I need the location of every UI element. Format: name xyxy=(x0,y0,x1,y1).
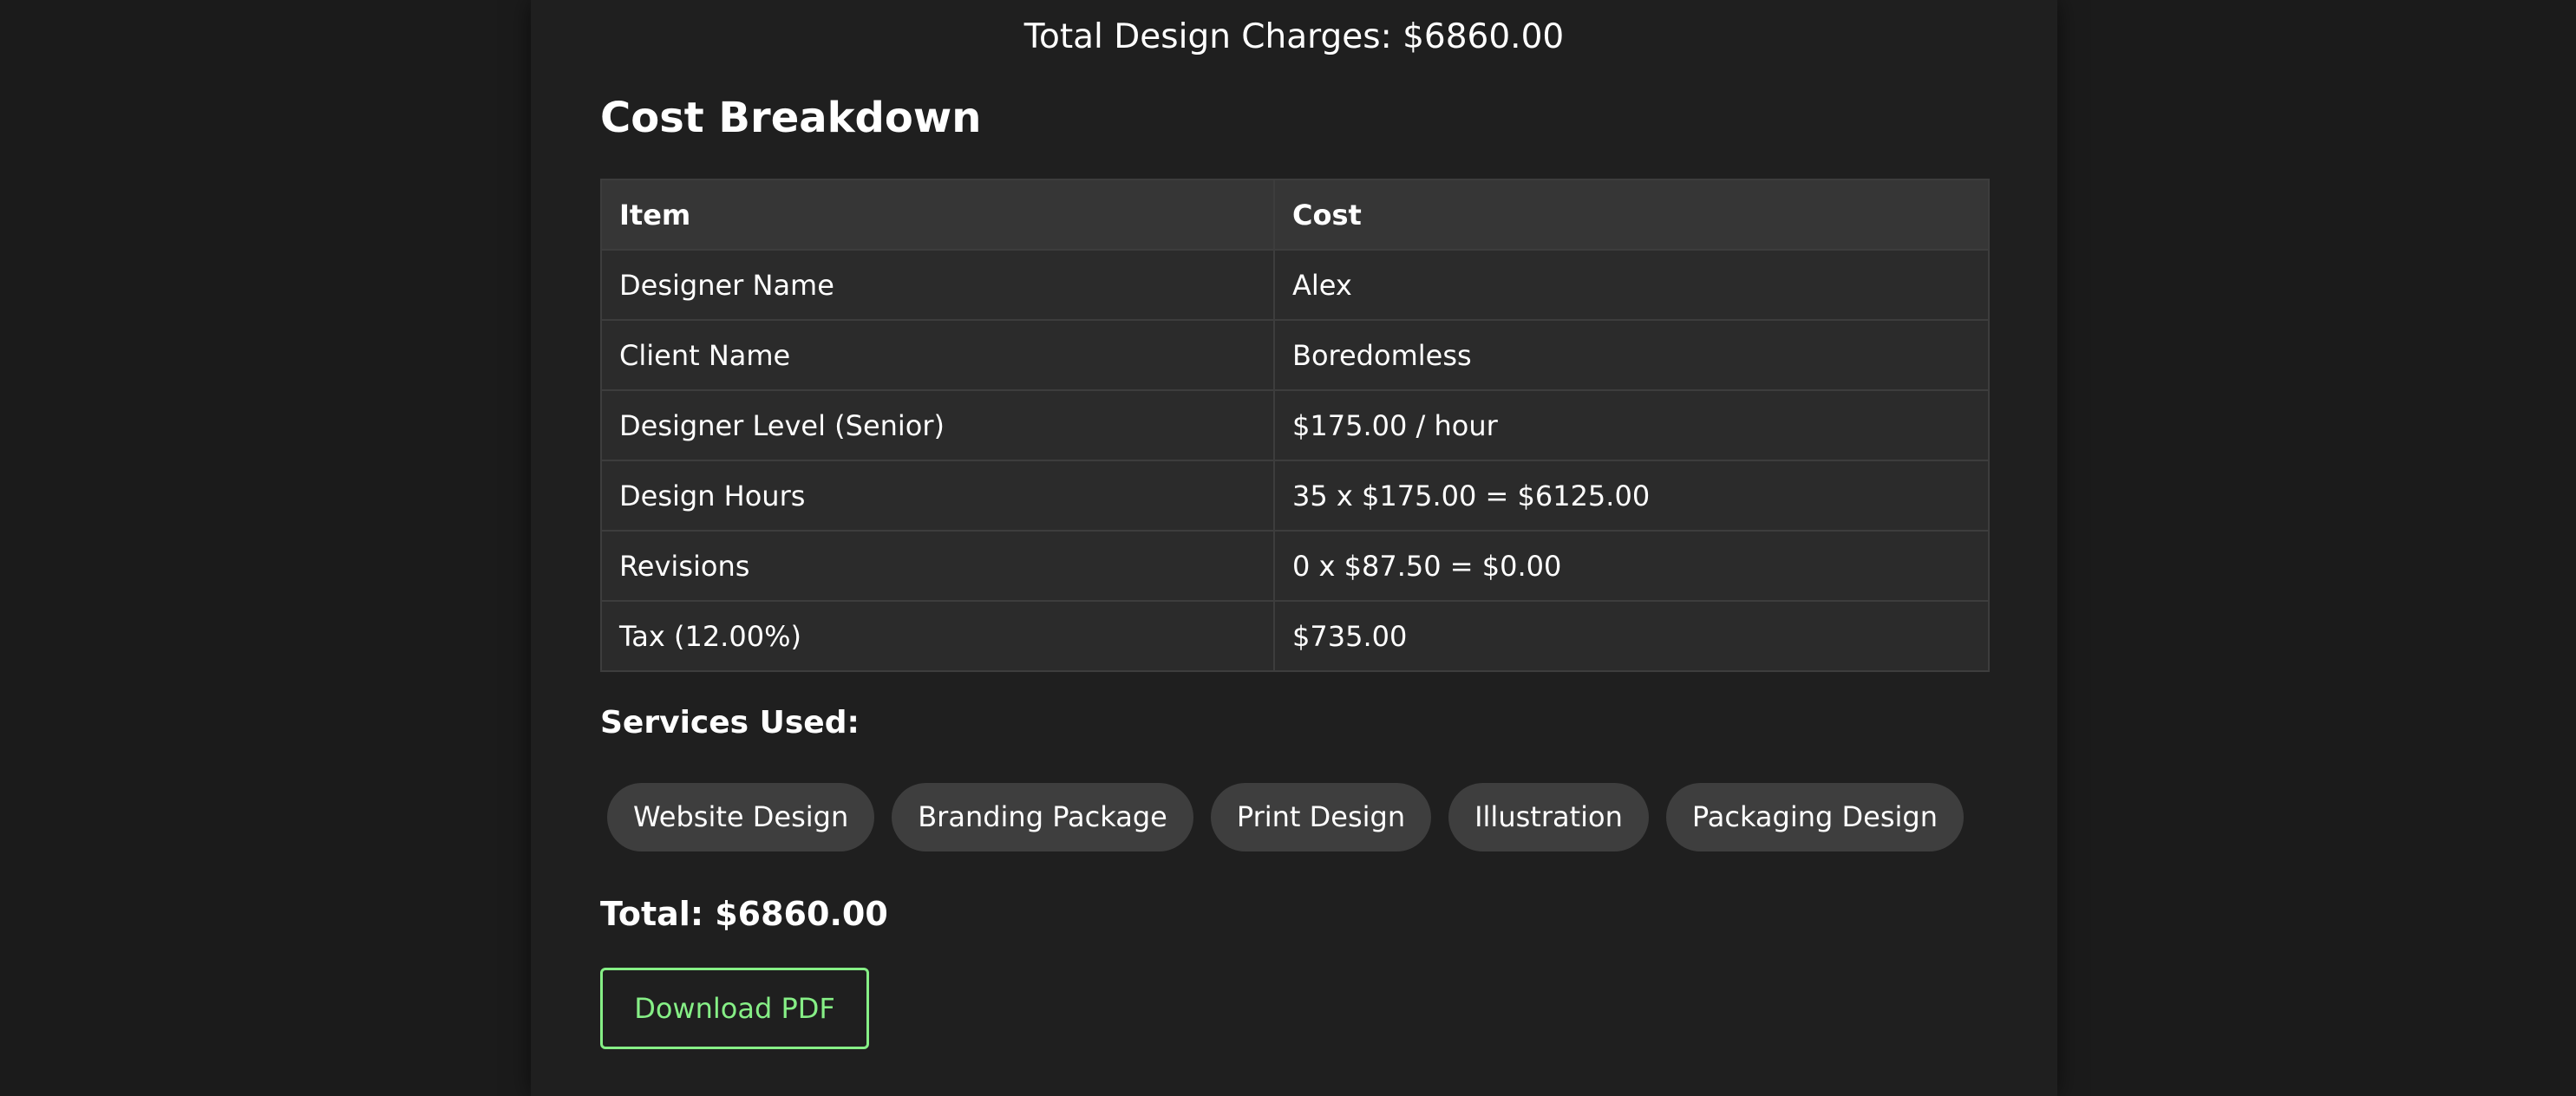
cost-breakdown-title: Cost Breakdown xyxy=(600,94,982,142)
row-cost-cell: $175.00 / hour xyxy=(1273,389,1990,461)
row-item-cell: Client Name xyxy=(600,319,1275,391)
table-row: Client Name Boredomless xyxy=(600,319,1990,391)
column-header-cost: Cost xyxy=(1273,179,1990,251)
services-used-label: Services Used: xyxy=(600,705,860,740)
service-tag-print-design: Print Design xyxy=(1210,783,1432,851)
row-item-cell: Design Hours xyxy=(600,460,1275,532)
service-tag-website-design: Website Design xyxy=(607,783,875,851)
invoice-panel: Total Design Charges: $6860.00 Cost Brea… xyxy=(531,0,2057,1096)
row-cost-cell: Alex xyxy=(1273,249,1990,321)
table-row: Designer Name Alex xyxy=(600,249,1990,321)
service-tag-illustration: Illustration xyxy=(1448,783,1649,851)
total-design-charges: Total Design Charges: $6860.00 xyxy=(1023,17,1565,56)
grand-total: Total: $6860.00 xyxy=(600,895,888,933)
table-row: Tax (12.00%) $735.00 xyxy=(600,600,1990,672)
row-item-cell: Revisions xyxy=(600,530,1275,602)
row-cost-cell: Boredomless xyxy=(1273,319,1990,391)
table-row: Designer Level (Senior) $175.00 / hour xyxy=(600,389,1990,461)
row-cost-cell: 0 x $87.50 = $0.00 xyxy=(1273,530,1990,602)
service-tag-branding-package: Branding Package xyxy=(892,783,1193,851)
table-header-row: Item Cost xyxy=(600,179,1990,251)
services-list: Website Design Branding Package Print De… xyxy=(607,783,1964,851)
column-header-item: Item xyxy=(600,179,1275,251)
row-cost-cell: $735.00 xyxy=(1273,600,1990,672)
download-pdf-button[interactable]: Download PDF xyxy=(600,968,869,1049)
row-item-cell: Designer Name xyxy=(600,249,1275,321)
table-row: Design Hours 35 x $175.00 = $6125.00 xyxy=(600,460,1990,532)
cost-breakdown-table: Item Cost Designer Name Alex Client Name… xyxy=(600,179,1990,672)
service-tag-packaging-design: Packaging Design xyxy=(1665,783,1964,851)
table-row: Revisions 0 x $87.50 = $0.00 xyxy=(600,530,1990,602)
row-cost-cell: 35 x $175.00 = $6125.00 xyxy=(1273,460,1990,532)
row-item-cell: Designer Level (Senior) xyxy=(600,389,1275,461)
row-item-cell: Tax (12.00%) xyxy=(600,600,1275,672)
